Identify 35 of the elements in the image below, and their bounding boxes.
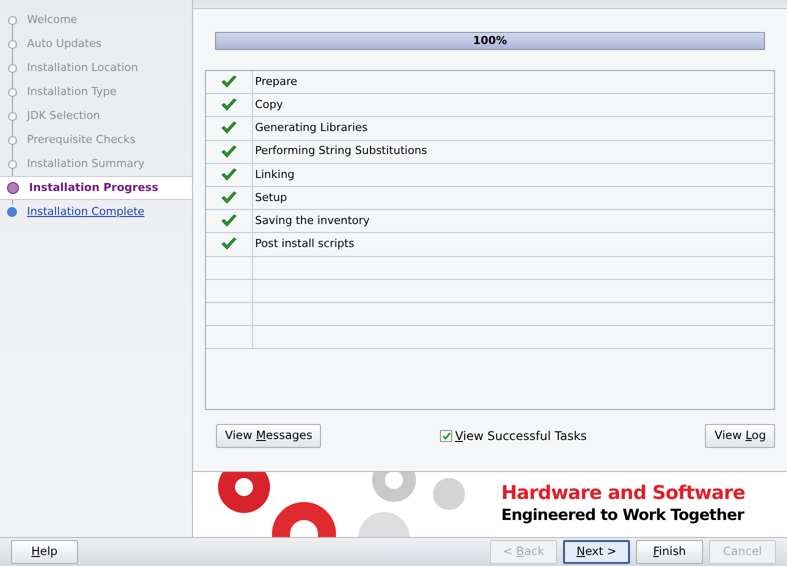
- task-name: Linking: [254, 166, 295, 183]
- task-name: Setup: [254, 190, 288, 206]
- task-name: Performing String Substitutions: [254, 143, 428, 160]
- checkmark-icon: [221, 191, 237, 206]
- progress-reading: 100%: [472, 33, 508, 49]
- task-name: Copy: [254, 97, 283, 114]
- task-name: Saving the inventory: [254, 212, 370, 229]
- checkmark-icon: [221, 98, 237, 112]
- step-label: Installation Type: [27, 84, 117, 100]
- step-label: Welcome: [27, 12, 78, 28]
- banner-tagline: Engineered to Work Together: [501, 505, 745, 526]
- task-name: Prepare: [254, 74, 298, 90]
- checkmark-icon: [221, 214, 237, 228]
- wizard-button[interactable]: Finish: [636, 540, 703, 564]
- view-log-button[interactable]: View Log: [705, 424, 775, 448]
- step-label: Auto Updates: [27, 36, 102, 52]
- task-name: Generating Libraries: [254, 120, 368, 136]
- checkmark-icon: [221, 121, 237, 136]
- banner-headline: Hardware and Software: [501, 482, 745, 504]
- task-name: Post install scripts: [254, 236, 354, 252]
- view-messages-button[interactable]: View Messages: [216, 424, 322, 448]
- step-label: Installation Summary: [27, 156, 145, 172]
- checkmark-icon: [221, 75, 237, 90]
- step-label[interactable]: Installation Complete: [27, 204, 144, 220]
- checkmark-icon: [221, 237, 237, 252]
- step-label: Installation Progress: [29, 180, 158, 196]
- step-label: JDK Selection: [27, 108, 100, 124]
- step-label: Installation Location: [27, 60, 138, 76]
- view-successful-tasks-checkbox[interactable]: [440, 430, 452, 442]
- help-button[interactable]: Help: [11, 540, 78, 564]
- view-successful-tasks-label[interactable]: View Successful Tasks: [455, 427, 587, 445]
- checkmark-icon: [221, 168, 237, 182]
- checkmark-icon: [221, 144, 237, 159]
- wizard-button[interactable]: Next >: [563, 540, 630, 564]
- step-label: Prerequisite Checks: [27, 132, 136, 148]
